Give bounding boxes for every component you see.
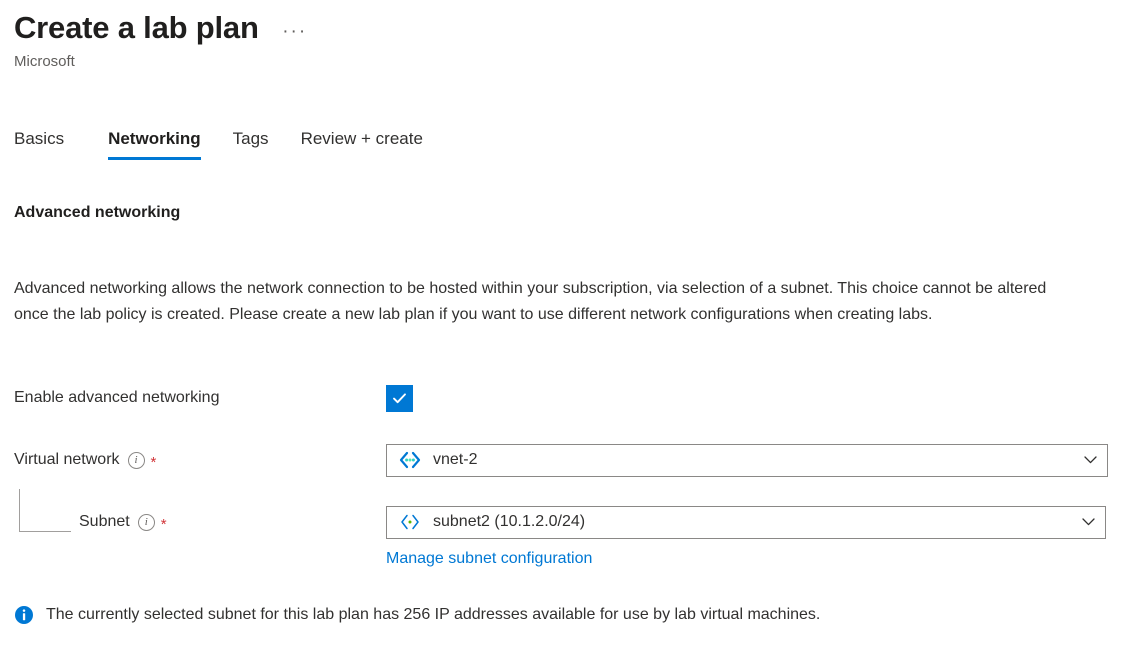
page-header: Create a lab plan ··· Microsoft: [14, 8, 311, 72]
subnet-value: subnet2 (10.1.2.0/24): [433, 513, 586, 530]
enable-advanced-networking-label: Enable advanced networking: [14, 389, 220, 406]
chevron-down-icon[interactable]: [1075, 456, 1105, 464]
more-options-button[interactable]: ···: [279, 18, 311, 46]
info-icon[interactable]: i: [137, 513, 155, 531]
page-title: Create a lab plan: [14, 10, 259, 45]
manage-subnet-configuration-link[interactable]: Manage subnet configuration: [386, 548, 592, 570]
subnet-label: Subnet i *: [14, 511, 386, 533]
info-filled-icon: [14, 605, 34, 625]
subnet-label-text: Subnet: [79, 513, 130, 530]
subnet-info-message: The currently selected subnet for this l…: [14, 604, 820, 626]
subnet-icon: [399, 513, 421, 531]
virtual-network-icon: [399, 451, 421, 469]
virtual-network-dropdown[interactable]: vnet-2: [386, 443, 1108, 477]
chevron-down-icon[interactable]: [1073, 518, 1103, 526]
page-subtitle: Microsoft: [14, 53, 75, 70]
checkmark-icon: [391, 390, 408, 407]
tab-tags[interactable]: Tags: [221, 128, 281, 160]
subnet-info-message-text: The currently selected subnet for this l…: [46, 606, 821, 623]
virtual-network-label-text: Virtual network: [14, 451, 120, 468]
enable-advanced-networking-checkbox[interactable]: [386, 384, 413, 412]
required-asterisk: *: [160, 515, 167, 533]
tab-review-create[interactable]: Review + create: [289, 128, 435, 160]
section-description: Advanced networking allows the network c…: [14, 280, 1047, 323]
tab-networking[interactable]: Networking: [96, 128, 213, 160]
subnet-row: Subnet i * subnet2 (10.1.2.0/24): [14, 505, 1130, 539]
required-asterisk: *: [150, 453, 157, 471]
section-heading: Advanced networking: [14, 204, 181, 221]
subnet-dropdown[interactable]: subnet2 (10.1.2.0/24): [386, 505, 1106, 539]
enable-advanced-networking-row: Enable advanced networking: [14, 384, 1130, 412]
tab-basics[interactable]: Basics: [14, 128, 76, 160]
info-icon[interactable]: i: [127, 451, 145, 469]
virtual-network-value: vnet-2: [433, 451, 478, 468]
virtual-network-row: Virtual network i * vnet-2: [14, 443, 1130, 477]
title-row: Create a lab plan ···: [14, 8, 311, 48]
tab-bar: Basics Networking Tags Review + create: [14, 120, 443, 160]
virtual-network-label: Virtual network i *: [14, 449, 386, 471]
